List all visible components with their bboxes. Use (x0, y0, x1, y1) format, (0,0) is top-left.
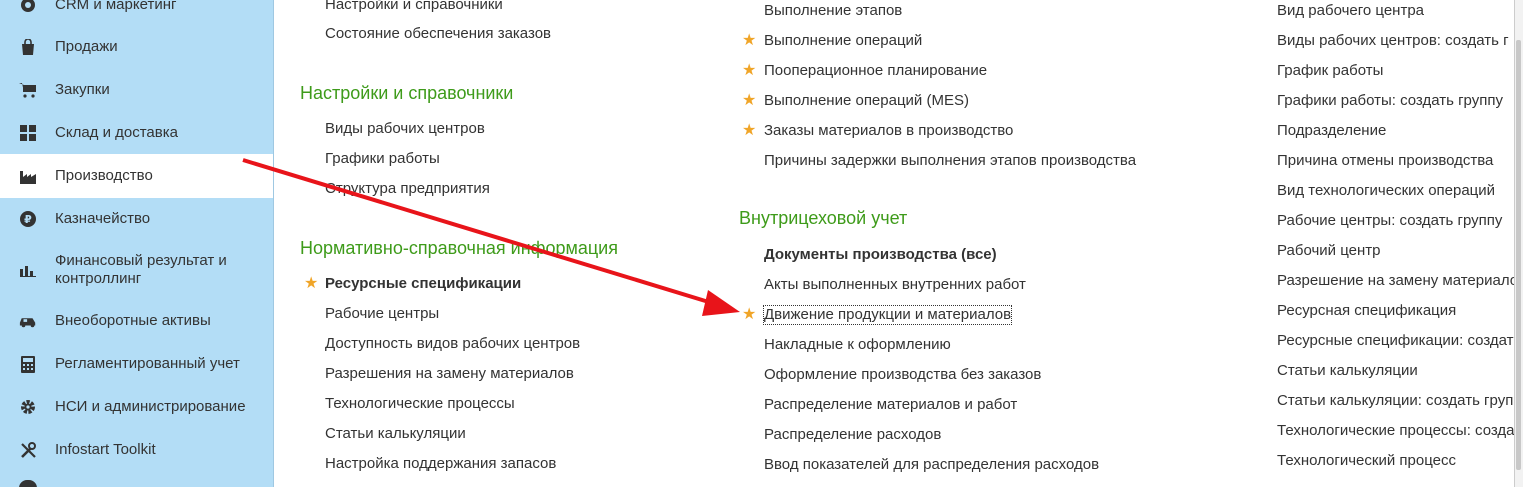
link-col3-item[interactable]: Ресурсная спецификация (1277, 302, 1456, 320)
favorite-star-icon[interactable]: ★ (742, 307, 756, 323)
tools-icon (19, 441, 37, 459)
link-production-without-orders[interactable]: Оформление производства без заказов (764, 366, 1041, 384)
favorite-star-icon[interactable]: ★ (742, 123, 756, 139)
link-col3-item[interactable]: Графики работы: создать группу (1277, 92, 1503, 110)
link-col3-item[interactable]: Статьи калькуляции: создать груп (1277, 392, 1513, 410)
sidebar-item-label: Казначейство (55, 210, 151, 227)
gear-icon (19, 398, 37, 416)
link-settings-top[interactable]: Настройки и справочники (325, 0, 503, 14)
link-stock-maintenance-settings[interactable]: Настройка поддержания запасов (325, 455, 556, 473)
section-content: Настройки и справочники Состояние обеспе… (274, 0, 1523, 487)
sidebar-item-regulated-accounting[interactable]: Регламентированный учет (0, 354, 273, 374)
link-expense-indicators-input[interactable]: Ввод показателей для распределения расхо… (764, 456, 1099, 474)
column-3: Вид рабочего центра Виды рабочих центров… (1277, 0, 1516, 487)
partial-icon (19, 480, 37, 487)
link-col3-item[interactable]: Вид рабочего центра (1277, 2, 1424, 20)
link-costing-items[interactable]: Статьи калькуляции (325, 425, 466, 443)
sidebar-item-label: НСИ и администрирование (55, 398, 246, 415)
sidebar-item-treasury[interactable]: ₽ Казначейство (0, 209, 273, 229)
favorite-star-icon[interactable]: ★ (742, 33, 756, 49)
link-operational-planning[interactable]: Пооперационное планирование (764, 62, 987, 80)
sidebar-item-crm[interactable]: CRM и маркетинг (0, 0, 273, 15)
favorite-star-icon[interactable]: ★ (742, 93, 756, 109)
sidebar-item-label: Склад и доставка (55, 124, 178, 141)
sidebar-item-purchases[interactable]: Закупки (0, 80, 273, 100)
link-enterprise-structure[interactable]: Структура предприятия (325, 180, 490, 198)
sidebar-item-sales[interactable]: Продажи (0, 37, 273, 57)
group-title-workshop: Внутрицеховой учет (739, 208, 908, 228)
link-col3-item[interactable]: Ресурсные спецификации: создат (1277, 332, 1514, 350)
link-col3-item[interactable]: Рабочие центры: создать группу (1277, 212, 1502, 230)
sidebar-item-production[interactable]: Производство (0, 154, 273, 198)
link-col3-item[interactable]: График работы (1277, 62, 1383, 80)
link-production-documents-all[interactable]: Документы производства (все) (764, 246, 997, 264)
link-material-work-distribution[interactable]: Распределение материалов и работ (764, 396, 1017, 414)
link-product-material-movement[interactable]: Движение продукции и материалов (762, 305, 1013, 325)
sidebar-item-label: Infostart Toolkit (55, 441, 156, 458)
scrollbar-thumb[interactable] (1516, 40, 1521, 470)
favorite-star-icon[interactable]: ★ (742, 63, 756, 79)
sidebar-item-label: Внеоборотные активы (55, 312, 211, 329)
cart-icon (19, 81, 37, 99)
link-resource-specifications[interactable]: Ресурсные спецификации (325, 275, 521, 293)
link-internal-work-acts[interactable]: Акты выполненных внутренних работ (764, 276, 1026, 294)
link-work-center-availability[interactable]: Доступность видов рабочих центров (325, 335, 580, 353)
sidebar-item-financial-result[interactable]: Финансовый результат и контроллинг (0, 252, 273, 288)
ruble-icon: ₽ (19, 210, 37, 228)
group-title-nsi: Нормативно-справочная информация (300, 238, 618, 258)
vertical-scrollbar[interactable] (1514, 0, 1523, 487)
favorite-star-icon[interactable]: ★ (304, 276, 318, 292)
link-col3-item[interactable]: Разрешение на замену материало (1277, 272, 1516, 290)
group-title-settings: Настройки и справочники (300, 83, 514, 103)
sidebar-item-fixed-assets[interactable]: Внеоборотные активы (0, 311, 273, 331)
crm-icon (19, 0, 37, 14)
sidebar-item-label: Закупки (55, 81, 110, 98)
sidebar-item-nsi-admin[interactable]: НСИ и администрирование (0, 397, 273, 417)
svg-text:₽: ₽ (24, 213, 32, 226)
link-col3-item[interactable]: Подразделение (1277, 122, 1386, 140)
link-order-supply-state[interactable]: Состояние обеспечения заказов (325, 25, 551, 43)
link-material-orders[interactable]: Заказы материалов в производство (764, 122, 1013, 140)
link-col3-item[interactable]: Технологические процессы: созда (1277, 422, 1515, 440)
sidebar-item-label: Продажи (55, 38, 118, 55)
link-operation-execution[interactable]: Выполнение операций (764, 32, 922, 50)
link-invoices-to-process[interactable]: Накладные к оформлению (764, 336, 951, 354)
link-col3-item[interactable]: Технологический процесс (1277, 452, 1456, 470)
sections-sidebar: CRM и маркетинг Продажи Закупки Склад и … (0, 0, 274, 487)
bar-chart-icon (19, 261, 37, 279)
sidebar-item-infostart-toolkit[interactable]: Infostart Toolkit (0, 440, 273, 460)
link-col3-item[interactable]: Статьи калькуляции (1277, 362, 1418, 380)
link-material-replacement-permits[interactable]: Разрешения на замену материалов (325, 365, 574, 383)
link-col3-item[interactable]: Вид технологических операций (1277, 182, 1495, 200)
link-col3-item[interactable]: Виды рабочих центров: создать г (1277, 32, 1509, 50)
link-col3-item[interactable]: Причина отмены производства (1277, 152, 1493, 170)
sidebar-item-label: Производство (55, 167, 153, 184)
car-icon (19, 312, 37, 330)
link-expense-distribution[interactable]: Распределение расходов (764, 426, 941, 444)
link-operation-execution-mes[interactable]: Выполнение операций (MES) (764, 92, 969, 110)
sidebar-item-label: CRM и маркетинг (55, 0, 177, 13)
factory-icon (19, 167, 37, 185)
link-tech-processes[interactable]: Технологические процессы (325, 395, 515, 413)
calculator-icon (19, 355, 37, 373)
sidebar-item-label: Регламентированный учет (55, 355, 240, 372)
sidebar-item-label: Финансовый результат и контроллинг (55, 252, 227, 287)
link-work-schedules[interactable]: Графики работы (325, 150, 440, 168)
warehouse-icon (19, 124, 37, 142)
link-col3-item[interactable]: Рабочий центр (1277, 242, 1380, 260)
link-delay-reasons[interactable]: Причины задержки выполнения этапов произ… (764, 152, 1136, 170)
link-stage-execution[interactable]: Выполнение этапов (764, 2, 902, 20)
link-work-center-types[interactable]: Виды рабочих центров (325, 120, 485, 138)
shopping-bag-icon (19, 38, 37, 56)
link-work-centers[interactable]: Рабочие центры (325, 305, 439, 323)
sidebar-item-warehouse[interactable]: Склад и доставка (0, 123, 273, 143)
